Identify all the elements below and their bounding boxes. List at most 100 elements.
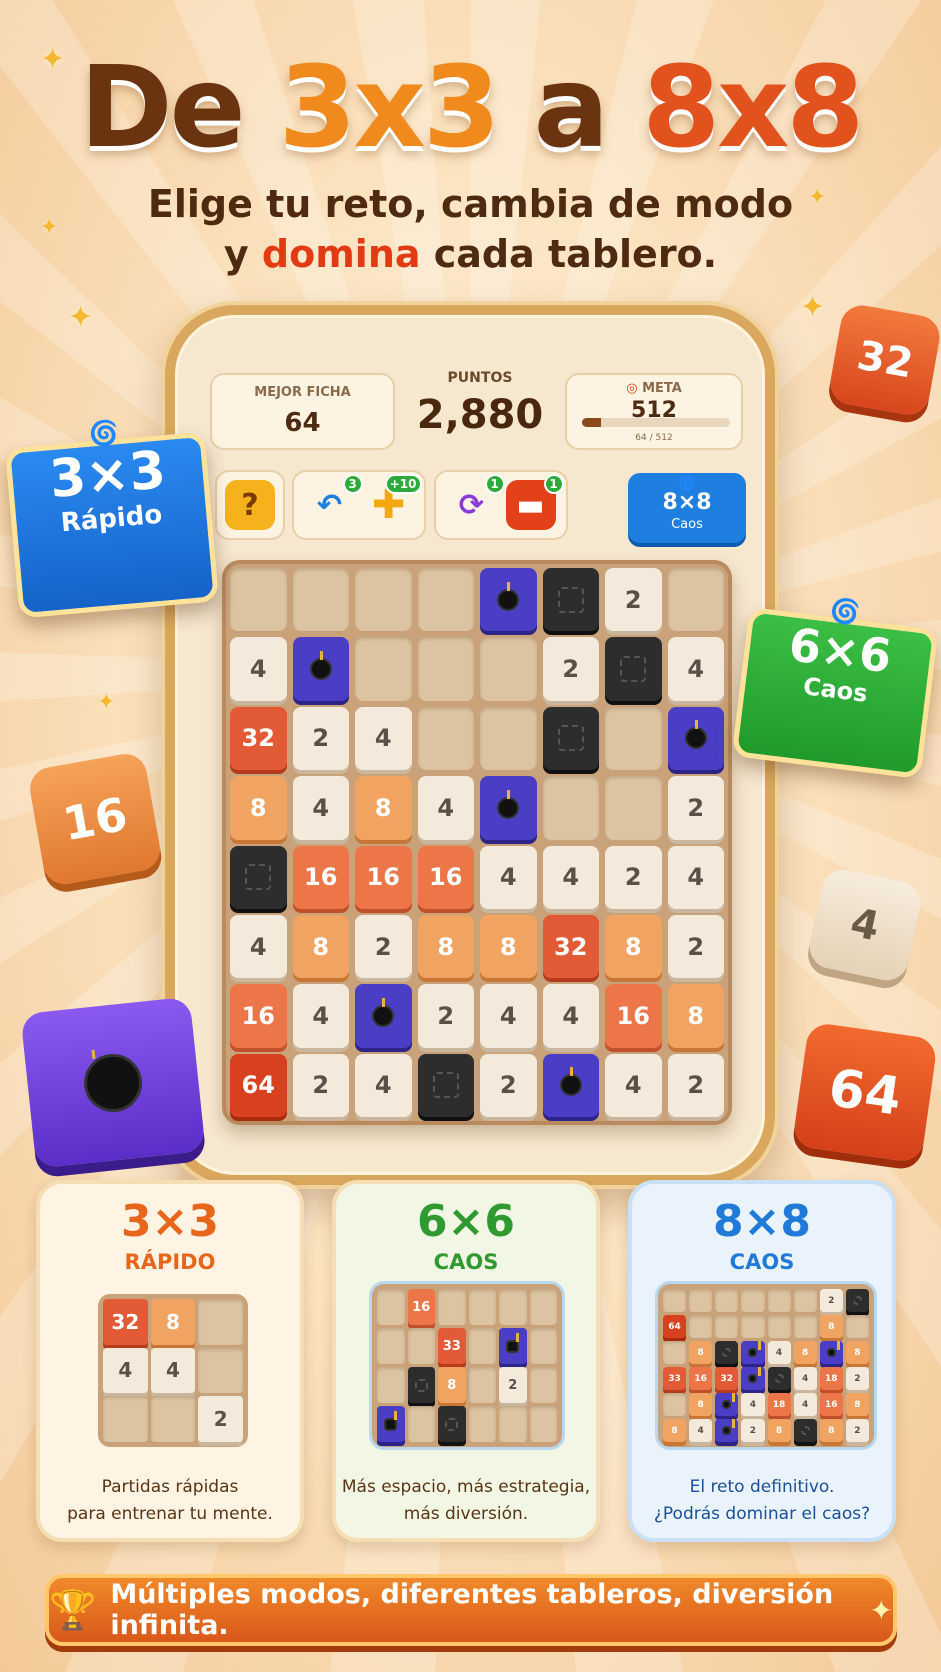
tile-2: 2: [605, 845, 662, 909]
tile-16: 16: [819, 1393, 843, 1416]
tile-4: 4: [793, 1393, 817, 1416]
mode-button-name: Caos: [671, 517, 703, 532]
empty-cell: [417, 637, 474, 701]
tile-2: 2: [845, 1367, 869, 1390]
undo-button[interactable]: ↶ 3: [305, 474, 363, 530]
empty-cell: [230, 568, 287, 632]
mode-card-8x8-desc-1: El reto definitivo.: [689, 1477, 835, 1497]
floating-card-6x6: 🌀 6×6 Caos: [731, 596, 939, 780]
mode-select-button[interactable]: 🌀 8×8 Caos: [628, 473, 746, 543]
blocker-tile: [417, 1053, 474, 1117]
help-button[interactable]: ?: [225, 480, 275, 530]
mini-board-8x8: 2 64 8 8 4 8 8 33 16 32 4 18 2 8 4 18 4 16 8 8 4 2 8 8 2: [658, 1284, 874, 1447]
tile-8: 8: [230, 776, 287, 840]
bomb-tile: [741, 1341, 765, 1364]
bomb-tile: [667, 706, 724, 771]
plus-button[interactable]: ✚ +10: [364, 474, 422, 530]
tile-32: 32: [230, 706, 287, 771]
empty-cell: [407, 1328, 435, 1364]
tile-8: 8: [689, 1341, 713, 1364]
bomb-icon: [506, 1332, 520, 1353]
empty-cell: [767, 1289, 791, 1312]
mode-card-6x6-desc-2: más diversión.: [403, 1504, 529, 1524]
tile-2: 2: [292, 1053, 349, 1117]
points-display: PUNTOS 2,880: [400, 370, 560, 438]
mode-card-3x3-desc-1: Partidas rápidas: [101, 1477, 239, 1497]
tile-2: 2: [819, 1289, 843, 1312]
remove-count-badge: 1: [543, 474, 564, 494]
empty-cell: [689, 1289, 713, 1312]
tile-4: 4: [103, 1347, 148, 1394]
empty-cell: [103, 1396, 148, 1442]
footer-banner: 🏆 Múltiples modos, diferentes tableros, …: [45, 1574, 897, 1646]
mode-card-3x3[interactable]: 3×3 RÁPIDO 32 8 4 4 2 Partidas rápidas para …: [36, 1180, 304, 1542]
sparkle-icon: ✦: [800, 290, 826, 325]
tile-4: 4: [741, 1393, 765, 1416]
tile-8: 8: [438, 1367, 466, 1403]
tile-32: 32: [715, 1367, 739, 1390]
bomb-tile: [499, 1328, 527, 1364]
help-button-frame: ?: [215, 470, 285, 540]
tile-4: 4: [667, 637, 724, 701]
mode-button-size: 8×8: [662, 490, 712, 515]
tile-18: 18: [819, 1367, 843, 1390]
tile-8: 8: [150, 1299, 196, 1345]
remove-button[interactable]: ▬ 1: [505, 474, 564, 530]
tile-8: 8: [689, 1393, 713, 1416]
bomb-icon: [722, 1393, 736, 1409]
blocker-icon: [414, 1378, 428, 1392]
target-icon: ◎: [626, 381, 638, 396]
undo-icon: ↶: [316, 487, 343, 523]
mode-card-3x3-desc: Partidas rápidas para entrenar tu mente.: [40, 1474, 300, 1528]
undo-plus-group: ↶ 3 ✚ +10: [292, 470, 426, 540]
empty-cell: [377, 1289, 405, 1325]
empty-cell: [355, 637, 412, 701]
bomb-icon: [684, 720, 707, 750]
subtitle-word-y: y: [223, 232, 249, 276]
floating-tile-4: 4: [805, 865, 925, 985]
floating-card-3x3: 🌀 3×3 Rápido: [4, 418, 220, 619]
tile-4: 4: [689, 1419, 713, 1442]
bomb-icon: [497, 581, 520, 611]
empty-cell: [292, 568, 349, 632]
bomb-tile: [355, 984, 412, 1048]
empty-cell: [150, 1396, 196, 1442]
tile-2: 2: [480, 1053, 537, 1117]
bomb-tile: [542, 1053, 599, 1117]
blocker-tile: [715, 1341, 739, 1364]
tile-8: 8: [480, 914, 537, 979]
empty-cell: [663, 1341, 687, 1364]
tile-4: 4: [150, 1347, 196, 1394]
empty-cell: [468, 1289, 496, 1325]
tile-16: 16: [407, 1289, 435, 1325]
tile-2: 2: [605, 568, 662, 632]
sparkle-icon: ✦: [68, 300, 94, 335]
tile-4: 4: [355, 1053, 412, 1117]
tile-4: 4: [793, 1367, 817, 1390]
bomb-icon: [384, 1410, 398, 1431]
tile-8: 8: [605, 914, 662, 979]
tile-16: 16: [417, 845, 474, 909]
bomb-icon: [748, 1367, 762, 1383]
tile-18: 18: [767, 1393, 791, 1416]
tile-4: 4: [605, 1053, 662, 1117]
tile-4: 4: [417, 776, 474, 840]
blocker-tile: [542, 706, 599, 771]
headline: De 3x3 a 8x8: [0, 52, 941, 164]
tile-2: 2: [417, 984, 474, 1048]
bomb-tile: [715, 1393, 739, 1416]
question-icon: ?: [241, 487, 259, 523]
tile-33: 33: [663, 1367, 687, 1390]
empty-cell: [529, 1367, 557, 1403]
tile-8: 8: [845, 1393, 869, 1416]
tile-16: 16: [230, 984, 287, 1048]
empty-cell: [417, 706, 474, 771]
headline-de: De: [79, 43, 246, 173]
mode-card-6x6[interactable]: 6×6 CAOS 16 33 8 2 Más espacio, más estrate…: [332, 1180, 600, 1542]
mode-card-8x8[interactable]: 8×8 CAOS 2 64 8 8 4 8 8 33 16 32 4 18 2 8 4 18 4 16 8 8 4 2 8 8…: [628, 1180, 896, 1542]
bomb-icon: [81, 1050, 145, 1115]
shuffle-button[interactable]: ⟳ 1: [447, 474, 505, 530]
blocker-tile: [542, 568, 599, 632]
tile-4: 4: [292, 776, 349, 840]
mode-card-8x8-desc: El reto definitivo. ¿Podrás dominar el c…: [632, 1474, 892, 1528]
